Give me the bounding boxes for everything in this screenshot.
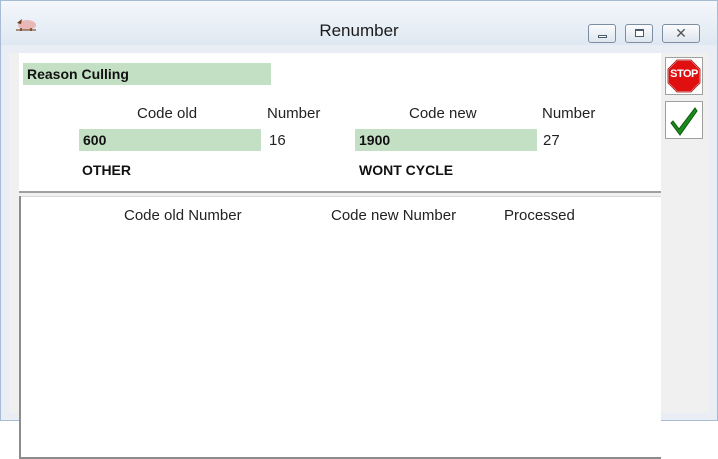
- results-header-code-old-number: Code old Number: [124, 207, 242, 224]
- title-bar[interactable]: Renumber ✕: [1, 1, 717, 45]
- number-new-header: Number: [542, 105, 596, 122]
- new-code-field[interactable]: 1900: [355, 129, 537, 151]
- close-icon: ✕: [675, 25, 687, 41]
- old-code-description: OTHER: [82, 162, 131, 178]
- new-code-description: WONT CYCLE: [359, 162, 454, 178]
- old-code-field[interactable]: 600: [79, 129, 261, 151]
- new-code-value: 1900: [359, 132, 391, 148]
- ok-button[interactable]: [665, 101, 703, 139]
- old-number-value: 16: [269, 132, 286, 149]
- renumber-input-panel: Reason Culling Code old Number Code new …: [19, 53, 661, 193]
- close-button[interactable]: ✕: [662, 24, 700, 43]
- reason-label: Reason Culling: [27, 66, 129, 82]
- stop-button[interactable]: STOP: [665, 57, 703, 95]
- results-header-code-new-number: Code new Number: [331, 207, 457, 224]
- maximize-button[interactable]: [625, 24, 653, 43]
- minimize-button[interactable]: [588, 24, 616, 43]
- old-code-value: 600: [83, 132, 107, 148]
- code-old-header: Code old: [137, 105, 198, 122]
- checkmark-icon: [670, 107, 698, 136]
- client-area: Reason Culling Code old Number Code new …: [9, 53, 709, 459]
- stop-label: STOP: [670, 68, 698, 80]
- results-divider: [21, 196, 661, 197]
- renumber-window: Renumber ✕ Reason Culling Code old Numbe…: [0, 0, 718, 459]
- new-number-value: 27: [543, 132, 560, 149]
- results-header-processed: Processed: [504, 207, 575, 224]
- code-new-header: Code new: [409, 105, 477, 122]
- reason-field[interactable]: Reason Culling: [23, 63, 271, 85]
- number-old-header: Number: [267, 105, 321, 122]
- results-panel[interactable]: Code old Number Code new Number Processe…: [19, 196, 661, 459]
